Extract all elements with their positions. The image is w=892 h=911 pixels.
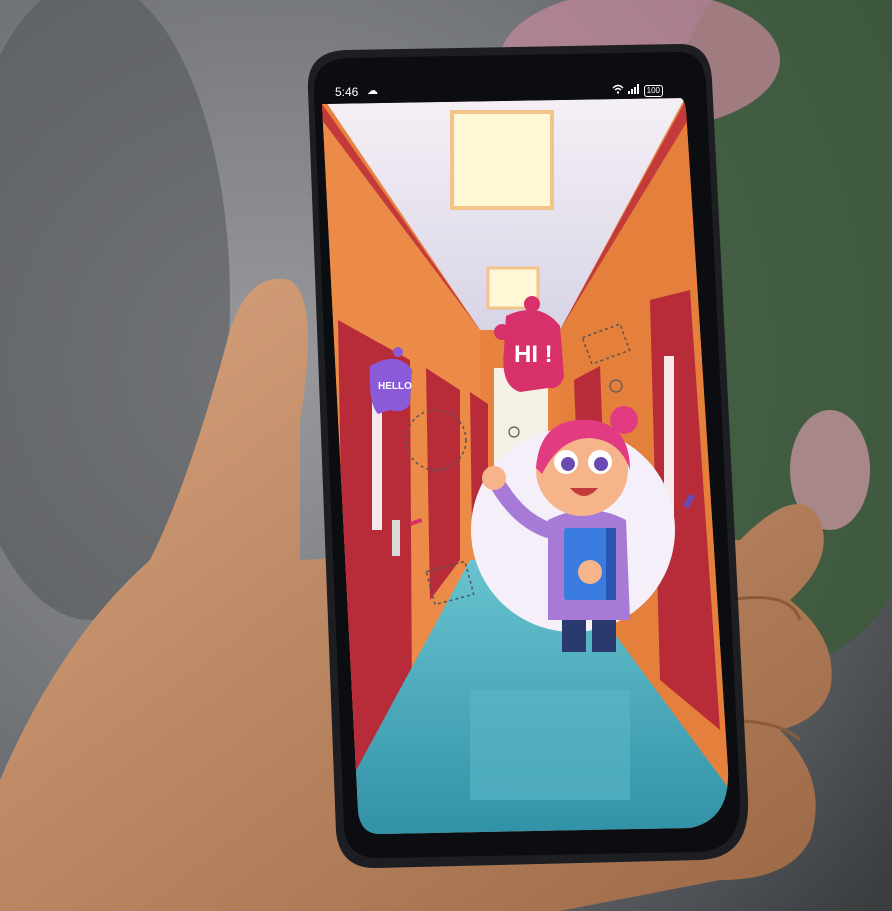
ceiling-light (450, 110, 554, 210)
hi-bubble-text: HI ! (514, 341, 553, 368)
hello-bubble-text: HELLO (378, 381, 412, 392)
photo-scene: HI ! HELLO (0, 0, 892, 911)
door-left-far (426, 368, 460, 600)
cloud-icon: ☁ (367, 85, 378, 97)
signal-icon (627, 84, 640, 97)
wifi-icon (612, 84, 624, 97)
screen-illustration: HI ! HELLO (322, 98, 729, 834)
status-icons: 100 (612, 84, 663, 97)
status-time: 5:46 (335, 85, 359, 99)
battery-indicator: 100 (643, 84, 663, 97)
status-bar: 5:46 ☁ 100 (331, 82, 667, 104)
